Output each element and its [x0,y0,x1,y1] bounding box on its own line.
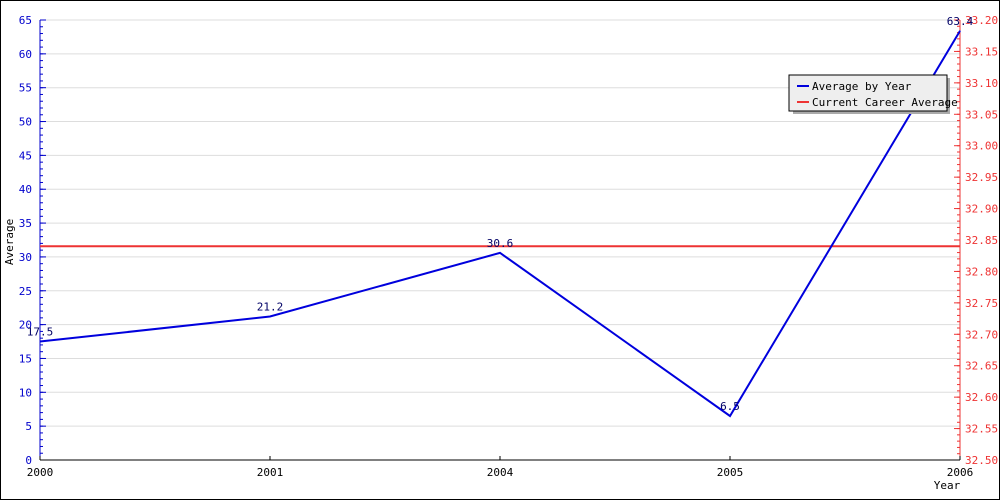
data-point [269,315,271,317]
data-label: 30.6 [487,237,514,250]
x-axis-label: Year [934,479,961,492]
right-tick-label: 32.70 [965,328,998,341]
x-tick-label: 2000 [27,466,54,479]
right-tick-label: 32.55 [965,423,998,436]
left-tick-label: 50 [19,116,32,129]
left-tick-label: 60 [19,48,32,61]
right-tick-label: 32.95 [965,171,998,184]
data-label: 63.4 [947,15,974,28]
left-tick-label: 5 [25,420,32,433]
legend-label-average-by-year: Average by Year [812,80,912,93]
y-axis-label: Average [3,219,16,265]
right-tick-label: 33.15 [965,45,998,58]
data-label: 21.2 [257,300,284,313]
data-label: 17.5 [27,326,54,339]
data-label: 6.5 [720,400,740,413]
legend: Average by Year Current Career Average [788,74,958,114]
right-tick-label: 32.85 [965,234,998,247]
right-tick-label: 32.80 [965,265,998,278]
left-tick-label: 65 [19,14,32,27]
left-tick-label: 40 [19,183,32,196]
right-tick-label: 32.75 [965,297,998,310]
left-y-axis: 05101520253035404550556065 [19,14,46,467]
right-tick-label: 32.65 [965,360,998,373]
x-tick-label: 2005 [717,466,744,479]
data-point [959,30,961,32]
left-tick-label: 45 [19,149,32,162]
right-y-axis: 32.5032.5532.6032.6532.7032.7532.8032.85… [954,14,998,467]
x-tick-label: 2004 [487,466,514,479]
right-tick-label: 33.05 [965,108,998,121]
right-tick-label: 32.90 [965,203,998,216]
legend-label-career-average: Current Career Average [812,96,958,109]
left-tick-label: 55 [19,82,32,95]
data-point [499,252,501,254]
x-tick-label: 2006 [947,466,974,479]
x-axis: 2000 2001 2004 2005 2006 [27,456,974,479]
left-tick-label: 30 [19,251,32,264]
x-tick-label: 2001 [257,466,284,479]
left-tick-label: 25 [19,285,32,298]
line-chart: 05101520253035404550556065 32.5032.5532.… [3,14,998,492]
left-tick-label: 35 [19,217,32,230]
data-point [39,341,41,343]
right-tick-label: 32.60 [965,391,998,404]
right-tick-label: 33.10 [965,77,998,90]
right-tick-label: 33.00 [965,140,998,153]
left-tick-label: 10 [19,386,32,399]
left-tick-label: 15 [19,352,32,365]
data-point [729,415,731,417]
